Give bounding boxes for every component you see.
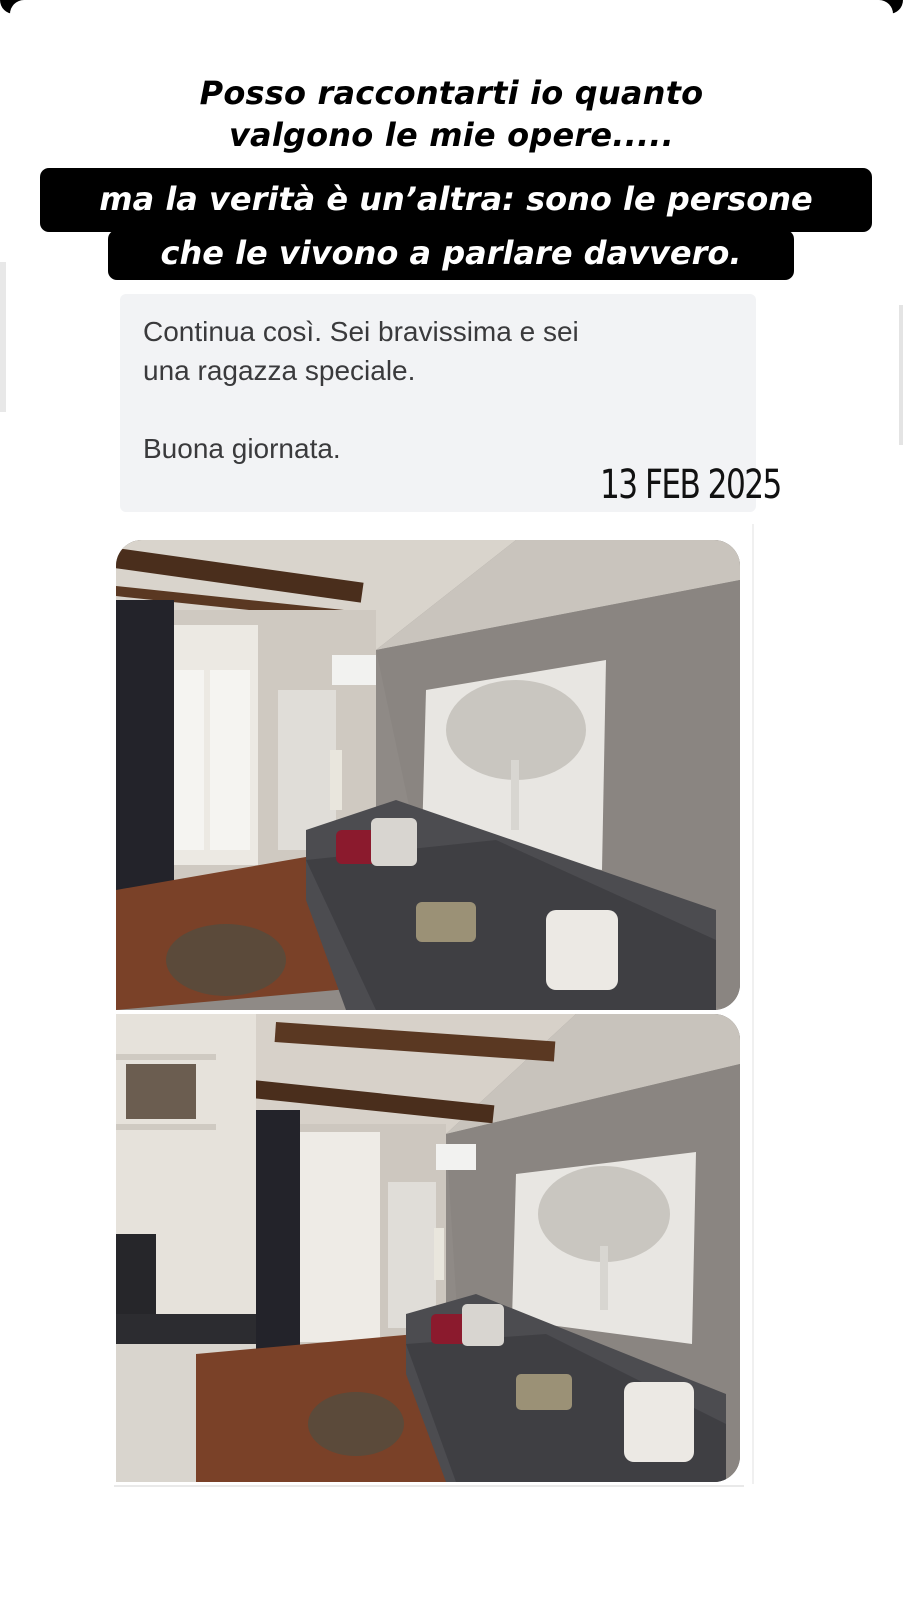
story-edge-left	[0, 262, 6, 412]
story-edge-right	[899, 305, 903, 445]
living-room-photo-wide	[116, 1014, 740, 1482]
story-headline: Posso raccontarti io quanto valgono le m…	[0, 72, 903, 156]
headline-line-1: Posso raccontarti io quanto	[199, 74, 704, 112]
message-date: 13 FEB 2025	[600, 462, 782, 508]
story-frame-top-inner	[10, 0, 893, 14]
highlight-line-2: che le vivono a parlare davvero.	[108, 230, 794, 280]
message-text: Continua così. Sei bravissima e sei una …	[143, 312, 723, 468]
message-line-2: una ragazza speciale.	[143, 355, 416, 386]
headline-line-2: valgono le mie opere.....	[228, 116, 675, 154]
message-line-1: Continua così. Sei bravissima e sei	[143, 316, 579, 347]
collage-bottom-line	[114, 1485, 744, 1487]
living-room-photo	[116, 540, 740, 1010]
highlight-line-1: ma la verità è un’altra: sono le persone	[40, 168, 872, 232]
collage-divider	[752, 524, 754, 1484]
